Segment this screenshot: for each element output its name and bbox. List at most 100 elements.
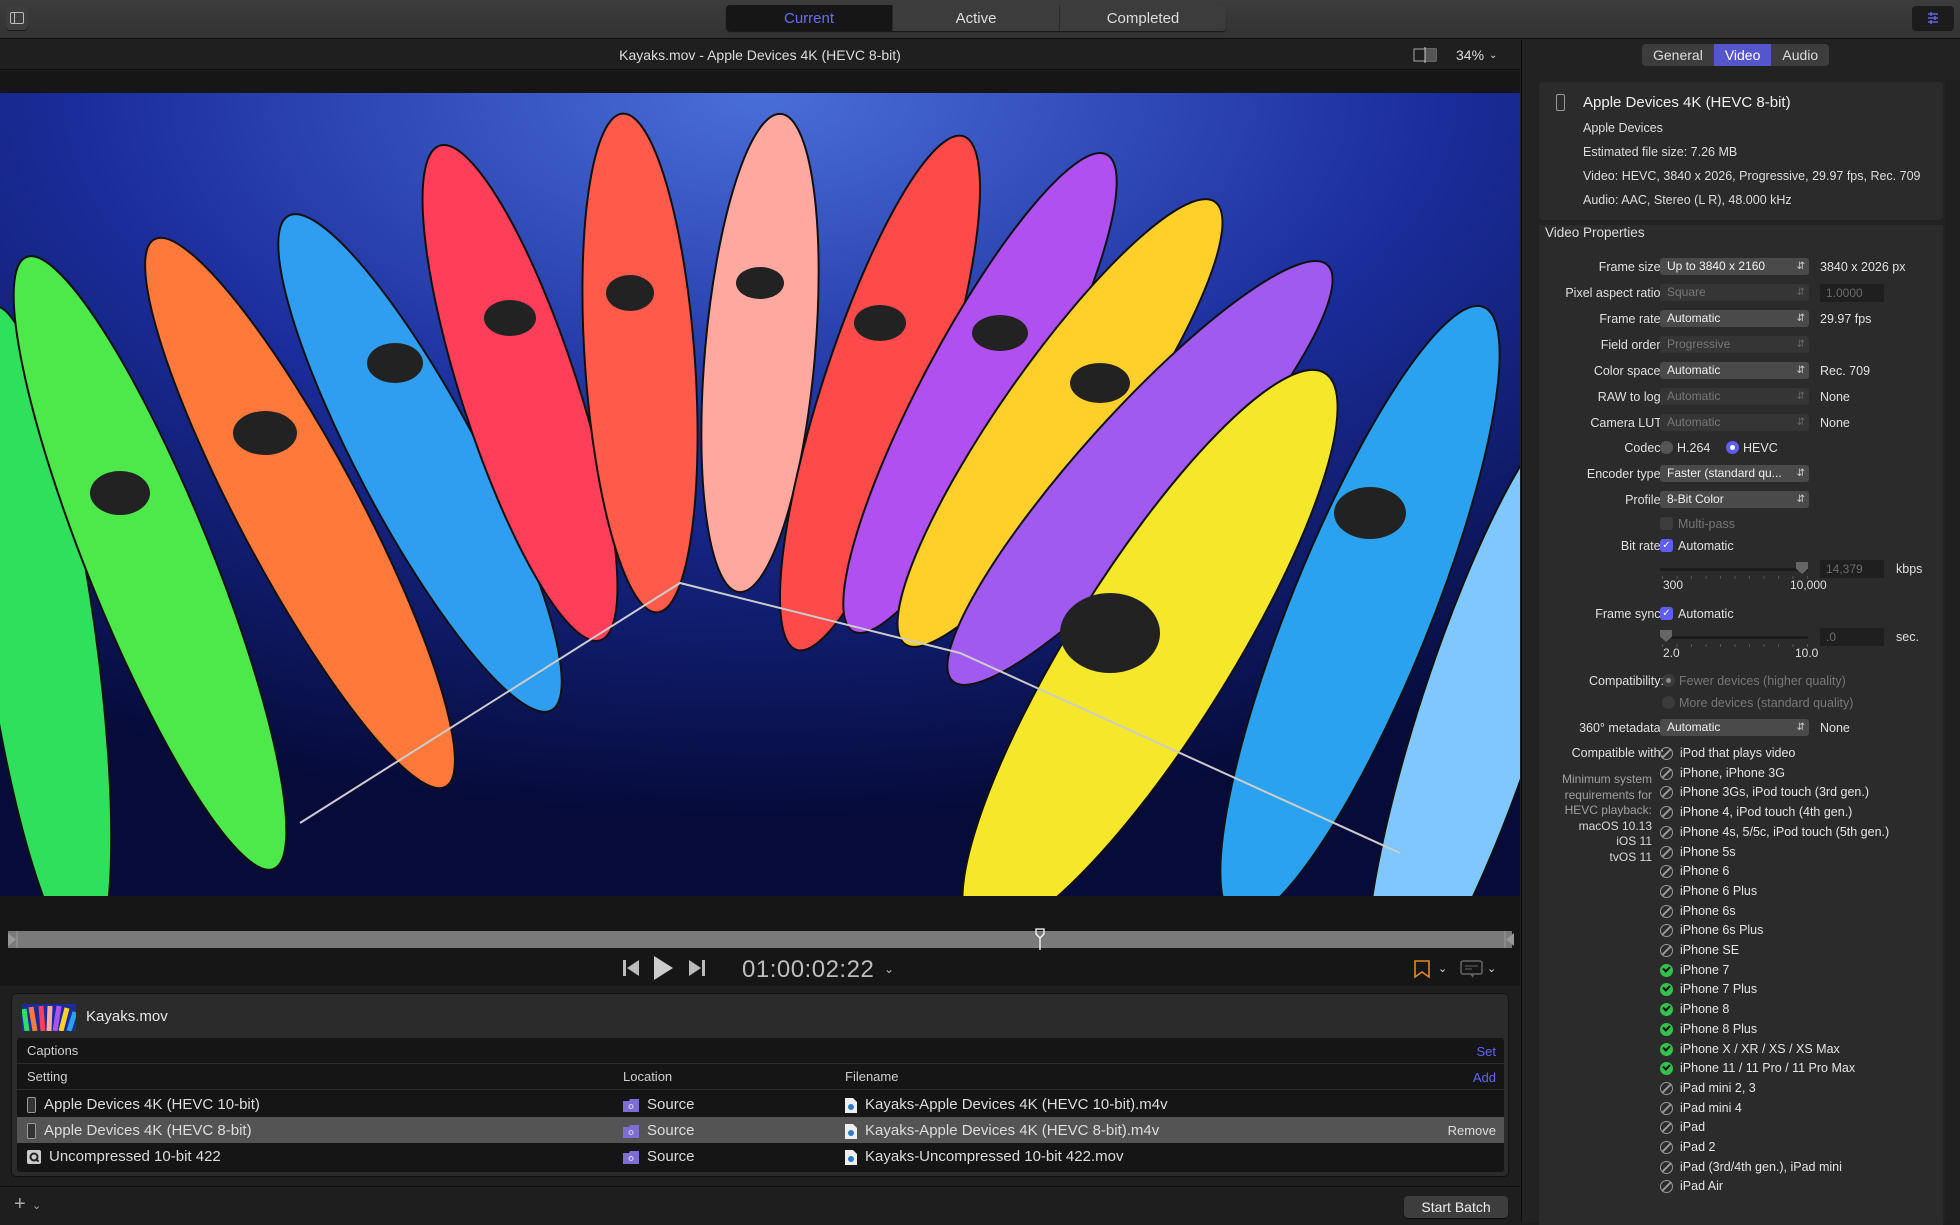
chevron-down-icon[interactable]: ⌄ [32, 1199, 41, 1212]
sliders-icon [1928, 12, 1938, 24]
inspector-toggle-button[interactable] [1912, 6, 1954, 30]
play-icon[interactable] [652, 955, 674, 981]
column-filename[interactable]: Filename [845, 1069, 898, 1084]
multipass-checkbox [1660, 517, 1673, 530]
codec-h264-label[interactable]: H.264 [1677, 441, 1710, 455]
inspector-scrollbar[interactable] [1945, 80, 1960, 1222]
codec-hevc-radio[interactable] [1726, 441, 1739, 454]
frame-rate-row: Frame rate: Automatic ⇵ 29.97 fps [1539, 310, 1943, 330]
compatibility-row: Compatibility: Fewer devices (higher qua… [1539, 672, 1943, 692]
add-output-link[interactable]: Add [1473, 1070, 1496, 1085]
bit-rate-min: 300 [1663, 578, 1684, 592]
row-filename[interactable]: Kayaks-Apple Devices 4K (HEVC 8-bit).m4v [865, 1122, 1159, 1139]
row-location[interactable]: Source [647, 1148, 695, 1165]
pixel-aspect-value: Square [1667, 285, 1706, 299]
tab-current[interactable]: Current [726, 5, 892, 31]
sidebar-toggle-button[interactable] [6, 6, 28, 30]
frame-sync-auto-label[interactable]: Automatic [1678, 607, 1734, 621]
tab-general[interactable]: General [1642, 44, 1714, 66]
next-icon[interactable] [688, 958, 706, 978]
device-row: iPhone, iPhone 3G [1539, 766, 1943, 782]
split-compare-icon[interactable] [1413, 47, 1437, 63]
frame-size-popup[interactable]: Up to 3840 x 2160 ⇵ [1660, 258, 1809, 275]
table-row[interactable]: Uncompressed 10-bit 422 Source Kayaks-Un… [17, 1143, 1504, 1169]
frame-sync-slider-knob[interactable] [1660, 630, 1672, 642]
out-point-icon[interactable] [1504, 931, 1514, 948]
job-header[interactable]: Kayaks.mov [12, 994, 1508, 1038]
bottom-bar: + ⌄ Start Batch [0, 1186, 1520, 1222]
section-title: Video Properties [1545, 225, 1645, 240]
raw-to-log-popup: Automatic ⇵ [1660, 388, 1809, 405]
device-name: iPhone 7 Plus [1680, 982, 1758, 997]
tab-active[interactable]: Active [892, 5, 1059, 31]
profile-popup[interactable]: 8-Bit Color ⇵ [1660, 491, 1809, 508]
encoder-type-row: Encoder type: Faster (standard qu... ⇵ [1539, 465, 1943, 485]
row-setting: Uncompressed 10-bit 422 [49, 1148, 221, 1165]
codec-row: Codec: H.264 HEVC [1539, 439, 1943, 459]
tab-audio[interactable]: Audio [1771, 44, 1829, 66]
bit-rate-label: Bit rate: [1620, 539, 1664, 553]
field-order-label: Field order: [1600, 338, 1664, 352]
bit-rate-auto-checkbox[interactable]: ✓ [1660, 539, 1673, 552]
device-row: iPhone X / XR / XS / XS Max [1539, 1042, 1943, 1058]
zoom-level-dropdown[interactable]: 34% ⌄ [1456, 47, 1497, 63]
frame-sync-auto-checkbox[interactable]: ✓ [1660, 607, 1673, 620]
caption-icon[interactable] [1460, 959, 1484, 979]
setting-summary: Apple Devices 4K (HEVC 8-bit) Apple Devi… [1539, 82, 1943, 220]
frame-rate-result: 29.97 fps [1820, 312, 1872, 326]
device-name: iPad Air [1680, 1179, 1724, 1194]
table-row[interactable]: Apple Devices 4K (HEVC 10-bit) Source Ka… [17, 1091, 1504, 1117]
previous-icon[interactable] [622, 958, 640, 978]
add-icon[interactable]: + [14, 1193, 26, 1216]
codec-hevc-label[interactable]: HEVC [1743, 441, 1778, 455]
tab-completed[interactable]: Completed [1059, 5, 1226, 31]
table-row[interactable]: Apple Devices 4K (HEVC 8-bit) Source Kay… [17, 1117, 1504, 1143]
remove-button[interactable]: Remove [1448, 1123, 1496, 1138]
set-captions-link[interactable]: Set [1476, 1044, 1496, 1059]
viewer-title: Kayaks.mov - Apple Devices 4K (HEVC 8-bi… [619, 47, 901, 63]
output-table: Captions Set Setting Location Filename A… [17, 1038, 1504, 1172]
bookmark-icon[interactable] [1413, 959, 1431, 979]
not-compatible-icon [1660, 766, 1673, 780]
device-name: iPhone 5s [1680, 844, 1736, 859]
video-properties: Video Properties Frame size: Up to 3840 … [1539, 225, 1943, 1225]
device-name: iPhone 11 / 11 Pro / 11 Pro Max [1680, 1061, 1856, 1076]
row-filename[interactable]: Kayaks-Uncompressed 10-bit 422.mov [865, 1148, 1123, 1165]
not-compatible-icon [1660, 1141, 1673, 1154]
device-row: iPad [1539, 1120, 1943, 1136]
bit-rate-slider[interactable] [1660, 568, 1808, 571]
viewer-header: Kayaks.mov - Apple Devices 4K (HEVC 8-bi… [0, 40, 1520, 70]
raw-to-log-row: RAW to log: Automatic ⇵ None [1539, 388, 1943, 408]
column-setting[interactable]: Setting [27, 1069, 67, 1084]
timeline-scrubber[interactable] [8, 931, 1512, 948]
encoder-type-popup[interactable]: Faster (standard qu... ⇵ [1660, 465, 1809, 482]
row-filename[interactable]: Kayaks-Apple Devices 4K (HEVC 10-bit).m4… [865, 1096, 1168, 1113]
bit-rate-slider-knob[interactable] [1796, 562, 1808, 574]
tab-video[interactable]: Video [1713, 44, 1772, 66]
frame-size-row: Frame size: Up to 3840 x 2160 ⇵ 3840 x 20… [1539, 258, 1943, 278]
frame-sync-slider-row: .0 sec. [1539, 628, 1943, 648]
column-location[interactable]: Location [623, 1069, 672, 1084]
stepper-arrows-icon: ⇵ [1796, 313, 1805, 324]
metadata-360-popup[interactable]: Automatic ⇵ [1660, 719, 1809, 736]
chevron-down-icon[interactable]: ⌄ [884, 962, 894, 976]
start-batch-button[interactable]: Start Batch [1404, 1196, 1508, 1218]
chevron-down-icon[interactable]: ⌄ [1438, 962, 1447, 975]
row-location[interactable]: Source [647, 1096, 695, 1113]
multipass-row: Multi-pass [1539, 515, 1943, 535]
summary-file-size: Estimated file size: 7.26 MB [1583, 145, 1738, 159]
row-location[interactable]: Source [647, 1122, 695, 1139]
playhead[interactable] [1034, 928, 1046, 950]
timecode-display[interactable]: 01:00:02:22 [742, 956, 874, 984]
compatible-check-icon [1660, 1062, 1673, 1076]
codec-h264-radio[interactable] [1660, 441, 1673, 454]
stepper-arrows-icon: ⇵ [1796, 261, 1805, 272]
in-point-icon[interactable] [8, 931, 18, 948]
compatible-check-icon [1660, 963, 1673, 977]
frame-sync-slider[interactable] [1660, 636, 1808, 639]
color-space-popup[interactable]: Automatic ⇵ [1660, 362, 1809, 379]
bit-rate-auto-label[interactable]: Automatic [1678, 539, 1734, 553]
frame-rate-popup[interactable]: Automatic ⇵ [1660, 310, 1809, 327]
toolbar: Current Active Completed [0, 0, 1960, 39]
chevron-down-icon[interactable]: ⌄ [1487, 962, 1496, 975]
